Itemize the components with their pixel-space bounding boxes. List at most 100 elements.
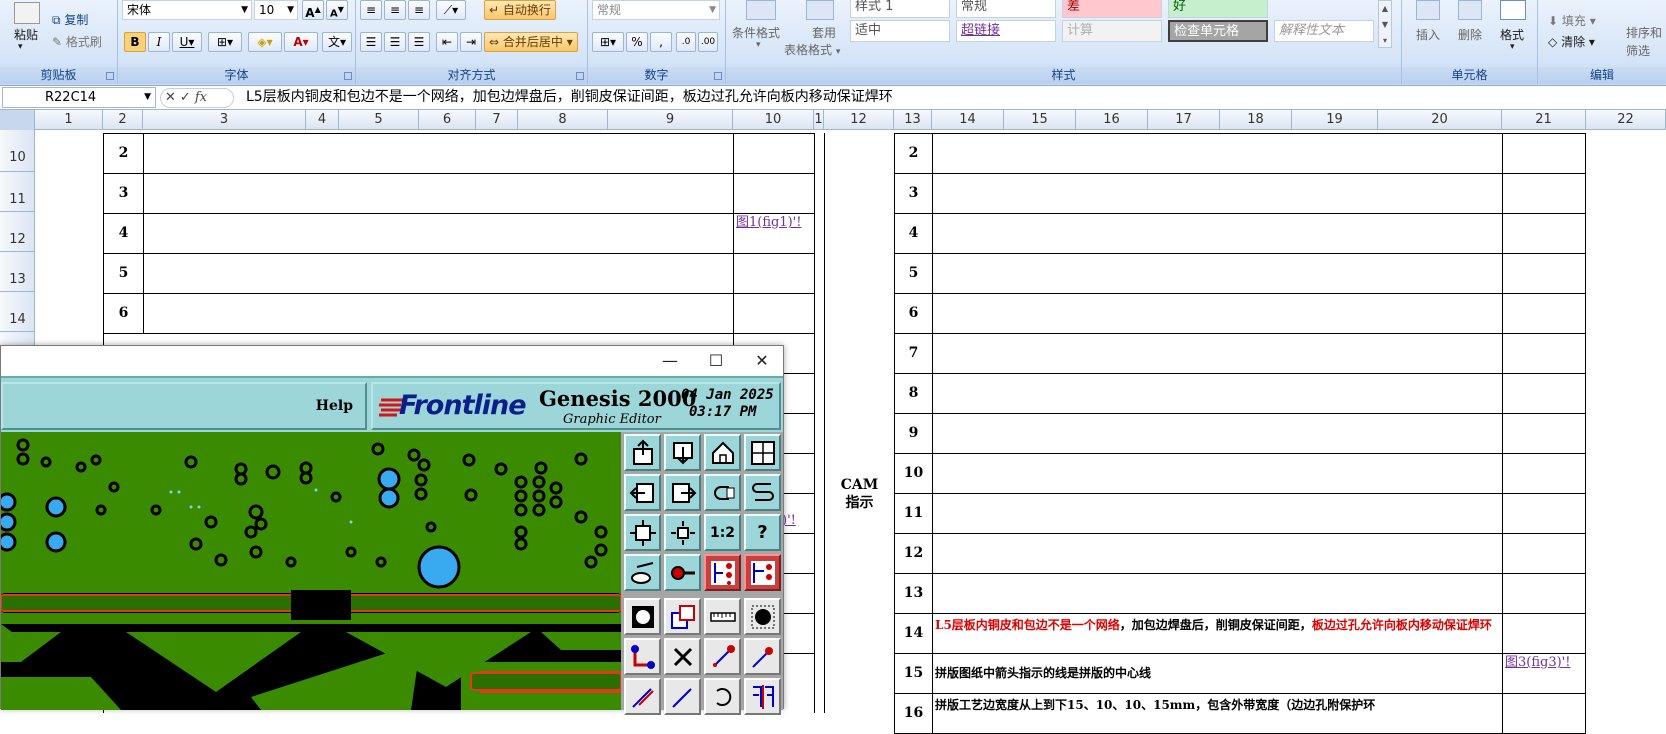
table-text-cell[interactable] bbox=[143, 253, 734, 294]
col-header[interactable]: 18 bbox=[1220, 110, 1292, 130]
col-header[interactable]: 1 bbox=[35, 110, 103, 130]
open-job-button[interactable] bbox=[624, 434, 661, 471]
col-header[interactable]: 17 bbox=[1148, 110, 1220, 130]
table-link-cell[interactable] bbox=[733, 133, 815, 174]
cam-row-number[interactable]: 2 bbox=[894, 133, 933, 174]
paste-dropdown-icon[interactable]: ▾ bbox=[18, 42, 23, 52]
decrease-indent-button[interactable]: ⇤ bbox=[436, 32, 458, 52]
row-header[interactable]: 12 bbox=[0, 212, 35, 252]
cam-row-number[interactable]: 9 bbox=[894, 413, 933, 454]
styles-scroll[interactable]: ▲ ▼ ▾ bbox=[1378, 0, 1392, 48]
row-header[interactable]: 13 bbox=[0, 252, 35, 292]
cam-row-text[interactable] bbox=[932, 253, 1503, 294]
cam-row-ref[interactable] bbox=[1502, 133, 1586, 174]
cam-row-ref[interactable] bbox=[1502, 453, 1586, 494]
cam-row-text[interactable] bbox=[932, 333, 1503, 374]
col-header[interactable]: 8 bbox=[518, 110, 608, 130]
col-header[interactable]: 1 bbox=[814, 110, 824, 130]
align-bottom-button[interactable]: ≡ bbox=[408, 0, 430, 20]
save-job-button[interactable] bbox=[664, 434, 701, 471]
cam-row-text[interactable]: L5层板内铜皮和包边不是一个网络，加包边焊盘后，削铜皮保证间距，板边过孔允许向板… bbox=[932, 613, 1503, 654]
redraw-button[interactable] bbox=[744, 474, 781, 511]
fig1-link[interactable]: 图1(fig1)'! bbox=[733, 213, 815, 254]
cam-row-number[interactable]: 5 bbox=[894, 253, 933, 294]
cam-row-text[interactable] bbox=[932, 533, 1503, 574]
table-num-cell[interactable]: 6 bbox=[103, 293, 144, 334]
phonetic-button[interactable]: 文▾ bbox=[322, 32, 352, 52]
col-header[interactable]: 9 bbox=[608, 110, 733, 130]
font-dialog-launcher[interactable] bbox=[344, 72, 352, 80]
align-center-button[interactable]: ☰ bbox=[384, 32, 406, 52]
col-header[interactable]: 7 bbox=[476, 110, 518, 130]
minimize-button[interactable]: — bbox=[655, 350, 685, 372]
percent-button[interactable]: % bbox=[626, 32, 648, 52]
cam-row-text[interactable] bbox=[932, 133, 1503, 174]
cancel-icon[interactable]: ✕ bbox=[165, 90, 180, 105]
align-left-button[interactable]: ☰ bbox=[360, 32, 382, 52]
cam-row-text[interactable] bbox=[932, 573, 1503, 614]
col-header[interactable]: 10 bbox=[733, 110, 814, 130]
measure-button[interactable] bbox=[624, 554, 661, 591]
rectangle-tool-button[interactable] bbox=[664, 598, 701, 635]
window-titlebar[interactable]: — ☐ ✕ bbox=[1, 346, 783, 376]
style-cell-hyperlink[interactable]: 超链接 bbox=[956, 20, 1056, 42]
delete-feature-button[interactable] bbox=[664, 638, 701, 675]
fill-button[interactable]: ⬇ 填充 ▾ bbox=[1548, 12, 1596, 29]
help-tool-button[interactable]: ? bbox=[744, 514, 781, 551]
table-text-cell[interactable] bbox=[143, 293, 734, 334]
italic-button[interactable]: I bbox=[148, 32, 170, 52]
col-header[interactable]: 14 bbox=[932, 110, 1004, 130]
col-header[interactable]: 5 bbox=[339, 110, 419, 130]
style-cell-check[interactable]: 检查单元格 bbox=[1168, 20, 1268, 42]
table-num-cell[interactable]: 3 bbox=[103, 173, 144, 214]
row-header[interactable]: 11 bbox=[0, 172, 35, 212]
cam-row-ref[interactable] bbox=[1502, 533, 1586, 574]
format-button[interactable]: 格式 bbox=[1500, 26, 1524, 43]
fig3-link[interactable]: 图3(fig3)'! bbox=[1502, 653, 1586, 694]
col-header[interactable]: 2 bbox=[103, 110, 143, 130]
undo-zoom-button[interactable] bbox=[704, 474, 741, 511]
table-format-button[interactable]: 套用 bbox=[812, 24, 836, 41]
grow-font-button[interactable]: A▲ bbox=[302, 0, 324, 20]
borders-button[interactable]: ⊞▾ bbox=[208, 32, 242, 52]
cam-row-number[interactable]: 13 bbox=[894, 573, 933, 614]
route-button[interactable] bbox=[624, 638, 661, 675]
cam-row-number[interactable]: 10 bbox=[894, 453, 933, 494]
pad-circle-button[interactable] bbox=[744, 598, 781, 635]
cam-row-ref[interactable] bbox=[1502, 333, 1586, 374]
close-button[interactable]: ✕ bbox=[747, 350, 777, 372]
format-painter-button[interactable]: ✎ 格式刷 bbox=[52, 33, 102, 50]
comma-button[interactable]: , bbox=[650, 32, 672, 52]
currency-button[interactable]: ⊞▾ bbox=[592, 32, 624, 52]
col-header[interactable]: 20 bbox=[1378, 110, 1502, 130]
cam-row-ref[interactable] bbox=[1502, 573, 1586, 614]
add-pad-button[interactable] bbox=[744, 638, 781, 675]
pcb-canvas[interactable] bbox=[1, 432, 621, 710]
cam-row-text[interactable] bbox=[932, 173, 1503, 214]
increase-indent-button[interactable]: ⇥ bbox=[460, 32, 482, 52]
table-link-cell[interactable] bbox=[733, 253, 815, 294]
paste-button[interactable]: 粘贴 bbox=[14, 26, 38, 43]
net-highlight-button[interactable] bbox=[704, 554, 741, 591]
table-link-cell[interactable] bbox=[733, 293, 815, 334]
clear-button[interactable]: ◇ 清除 ▾ bbox=[1548, 33, 1595, 50]
filter-button[interactable]: 筛选 bbox=[1626, 42, 1650, 59]
move-button[interactable] bbox=[704, 638, 741, 675]
insert-button[interactable]: 插入 bbox=[1416, 26, 1440, 43]
align-right-button[interactable]: ☰ bbox=[408, 32, 430, 52]
bold-button[interactable]: B bbox=[124, 32, 146, 52]
row-header[interactable]: 14 bbox=[0, 292, 35, 332]
pan-left-button[interactable] bbox=[624, 474, 661, 511]
cam-row-number[interactable]: 16 bbox=[894, 693, 933, 734]
col-header[interactable]: 19 bbox=[1292, 110, 1378, 130]
col-header[interactable]: 21 bbox=[1502, 110, 1586, 130]
row-header[interactable]: 10 bbox=[0, 130, 35, 172]
line-tool-button[interactable] bbox=[624, 678, 661, 715]
slash-tool-button[interactable] bbox=[664, 678, 701, 715]
rotate-button[interactable] bbox=[704, 678, 741, 715]
cam-row-number[interactable]: 4 bbox=[894, 213, 933, 254]
font-size-select[interactable]: 10 ▼ bbox=[254, 0, 298, 20]
decrease-decimal-button[interactable]: .00 bbox=[698, 32, 718, 52]
cam-row-number[interactable]: 12 bbox=[894, 533, 933, 574]
help-button[interactable]: Help bbox=[316, 398, 353, 414]
